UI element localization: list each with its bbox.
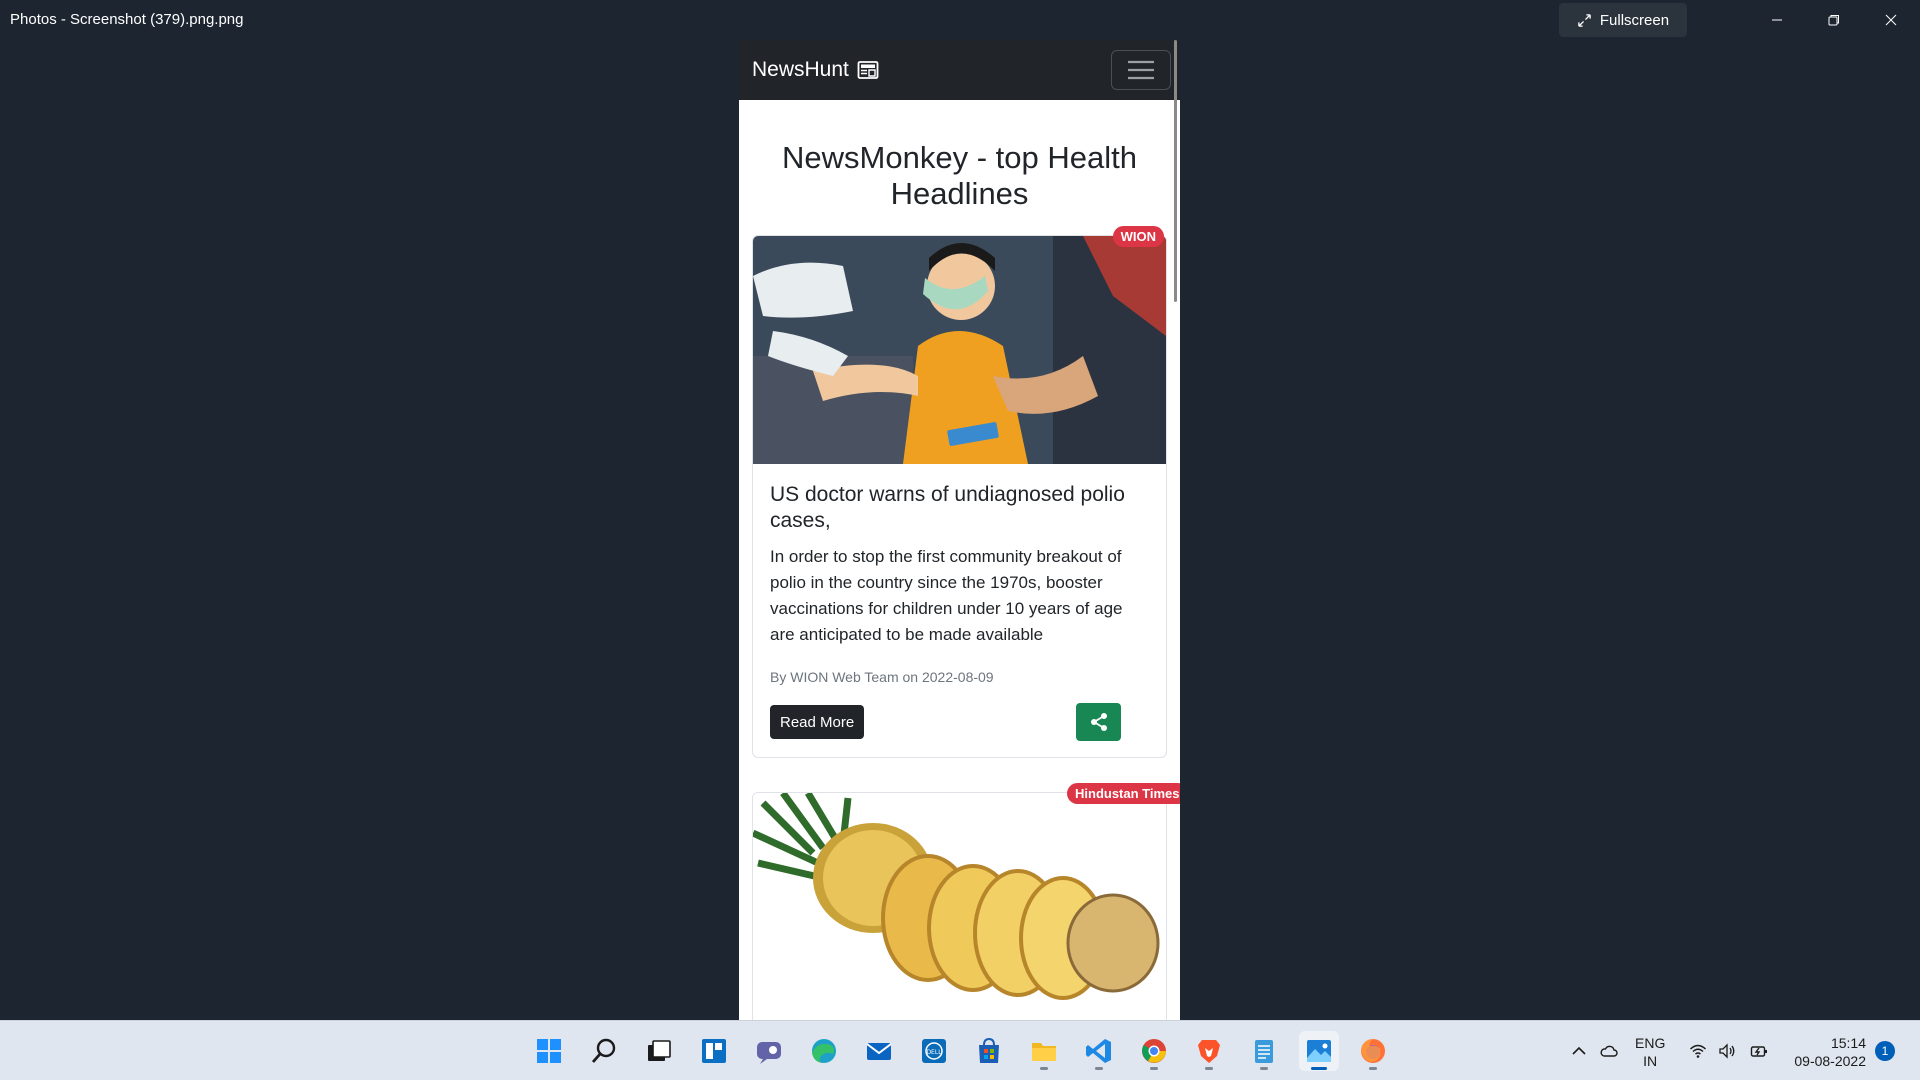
news-card: WION US doctor warns of undiagnosed poli… <box>752 226 1167 758</box>
language-code: ENG <box>1635 1035 1666 1051</box>
svg-text:DELL: DELL <box>926 1049 942 1056</box>
notification-badge[interactable]: 1 <box>1875 1041 1895 1061</box>
hamburger-icon <box>1128 60 1154 80</box>
clock-date: 09-08-2022 <box>1794 1053 1866 1069</box>
taskbar-search-button[interactable] <box>584 1031 624 1071</box>
running-indicator <box>1040 1067 1048 1070</box>
task-view-icon <box>648 1040 671 1061</box>
share-button[interactable] <box>1076 703 1121 741</box>
share-icon <box>1090 713 1107 731</box>
news-card: Hindustan Times <box>752 783 1180 1020</box>
expand-icon <box>1578 13 1591 27</box>
viewer-scrollbar[interactable] <box>1174 40 1177 302</box>
running-indicator <box>1095 1067 1103 1070</box>
widgets-icon <box>702 1039 726 1063</box>
taskbar-vscode-button[interactable] <box>1079 1031 1119 1071</box>
teams-chat-icon <box>757 1042 781 1064</box>
taskbar-photos-button[interactable] <box>1299 1031 1339 1071</box>
source-badge: Hindustan Times <box>1067 783 1180 804</box>
minimize-button[interactable] <box>1749 0 1805 40</box>
brand-name: NewsHunt <box>752 58 849 81</box>
brave-icon <box>1198 1040 1220 1063</box>
restore-icon <box>1828 15 1839 26</box>
cloud-icon <box>1600 1045 1618 1057</box>
taskbar-task-view-button[interactable] <box>639 1031 679 1071</box>
window-titlebar: Photos - Screenshot (379).png.png Fullsc… <box>0 0 1920 40</box>
language-indicator[interactable]: ENG IN <box>1635 1034 1665 1070</box>
navbar-toggler[interactable] <box>1111 50 1171 90</box>
photos-icon <box>1307 1040 1331 1062</box>
taskbar-notepad-button[interactable] <box>1244 1031 1284 1071</box>
read-more-button[interactable]: Read More <box>770 705 865 739</box>
store-icon <box>979 1037 999 1063</box>
notepad-icon <box>1255 1040 1273 1063</box>
clock[interactable]: 15:14 09-08-2022 <box>1782 1034 1866 1070</box>
chevron-up-icon <box>1572 1046 1586 1055</box>
app-navbar: NewsHunt <box>739 40 1180 100</box>
running-indicator <box>1205 1067 1213 1070</box>
close-icon <box>1885 14 1897 26</box>
source-badge: WION <box>1112 226 1164 247</box>
battery-charging-icon <box>1750 1046 1767 1057</box>
volume-tray[interactable] <box>1718 1021 1736 1080</box>
speaker-icon <box>1719 1043 1735 1059</box>
close-button[interactable] <box>1863 0 1919 40</box>
fullscreen-label: Fullscreen <box>1599 11 1670 29</box>
clock-time: 15:14 <box>1830 1035 1866 1051</box>
taskbar-mail-button[interactable] <box>859 1031 899 1071</box>
article-meta: By WION Web Team on 2022-08-09 <box>770 669 994 685</box>
taskbar-brave-button[interactable] <box>1189 1031 1229 1071</box>
news-image-vaccination <box>753 236 1166 464</box>
news-image-pineapple <box>753 793 1166 1020</box>
taskbar-file-explorer-button[interactable] <box>1024 1031 1064 1071</box>
wifi-icon <box>1689 1044 1707 1058</box>
article-title: US doctor warns of undiagnosed polio cas… <box>770 483 1125 532</box>
wifi-tray[interactable] <box>1689 1021 1707 1080</box>
page-title: NewsMonkey - top Health Headlines <box>782 140 1137 211</box>
edge-icon <box>812 1039 836 1063</box>
photo-viewer-canvas: NewsHunt NewsMonkey - top Health Headlin… <box>739 40 1180 1020</box>
taskbar-chrome-button[interactable] <box>1134 1031 1174 1071</box>
chrome-icon <box>1142 1039 1166 1063</box>
running-indicator <box>1311 1067 1327 1070</box>
taskbar-store-button[interactable] <box>969 1031 1009 1071</box>
window-title: Photos - Screenshot (379).png.png <box>10 11 244 28</box>
region-code: IN <box>1643 1053 1658 1069</box>
taskbar-start-button[interactable] <box>529 1031 569 1071</box>
taskbar-firefox-button[interactable] <box>1353 1031 1393 1071</box>
battery-tray[interactable] <box>1750 1021 1768 1080</box>
taskbar-teams-chat-button[interactable] <box>749 1031 789 1071</box>
show-hidden-icons[interactable] <box>1570 1021 1588 1080</box>
file-explorer-icon <box>1032 1043 1056 1061</box>
running-indicator <box>1369 1067 1377 1070</box>
taskbar: DELL ENG IN 15:14 09-08-2022 1 <box>0 1020 1920 1080</box>
fullscreen-button[interactable]: Fullscreen <box>1559 3 1687 37</box>
mail-icon <box>866 1043 892 1060</box>
taskbar-dell-button[interactable]: DELL <box>914 1031 954 1071</box>
restore-button[interactable] <box>1806 0 1862 40</box>
dell-icon: DELL <box>922 1039 946 1063</box>
taskbar-edge-button[interactable] <box>804 1031 844 1071</box>
taskbar-widgets-button[interactable] <box>694 1031 734 1071</box>
vscode-icon <box>1086 1039 1111 1063</box>
search-icon <box>591 1038 616 1063</box>
onedrive-tray[interactable] <box>1600 1021 1618 1080</box>
article-description: In order to stop the first community bre… <box>770 547 1123 644</box>
firefox-icon <box>1361 1039 1385 1063</box>
start-icon <box>537 1039 561 1063</box>
running-indicator <box>1260 1067 1268 1070</box>
minimize-icon <box>1772 19 1782 21</box>
running-indicator <box>1150 1067 1158 1070</box>
newspaper-icon <box>857 61 879 79</box>
brand[interactable]: NewsHunt <box>752 58 879 82</box>
